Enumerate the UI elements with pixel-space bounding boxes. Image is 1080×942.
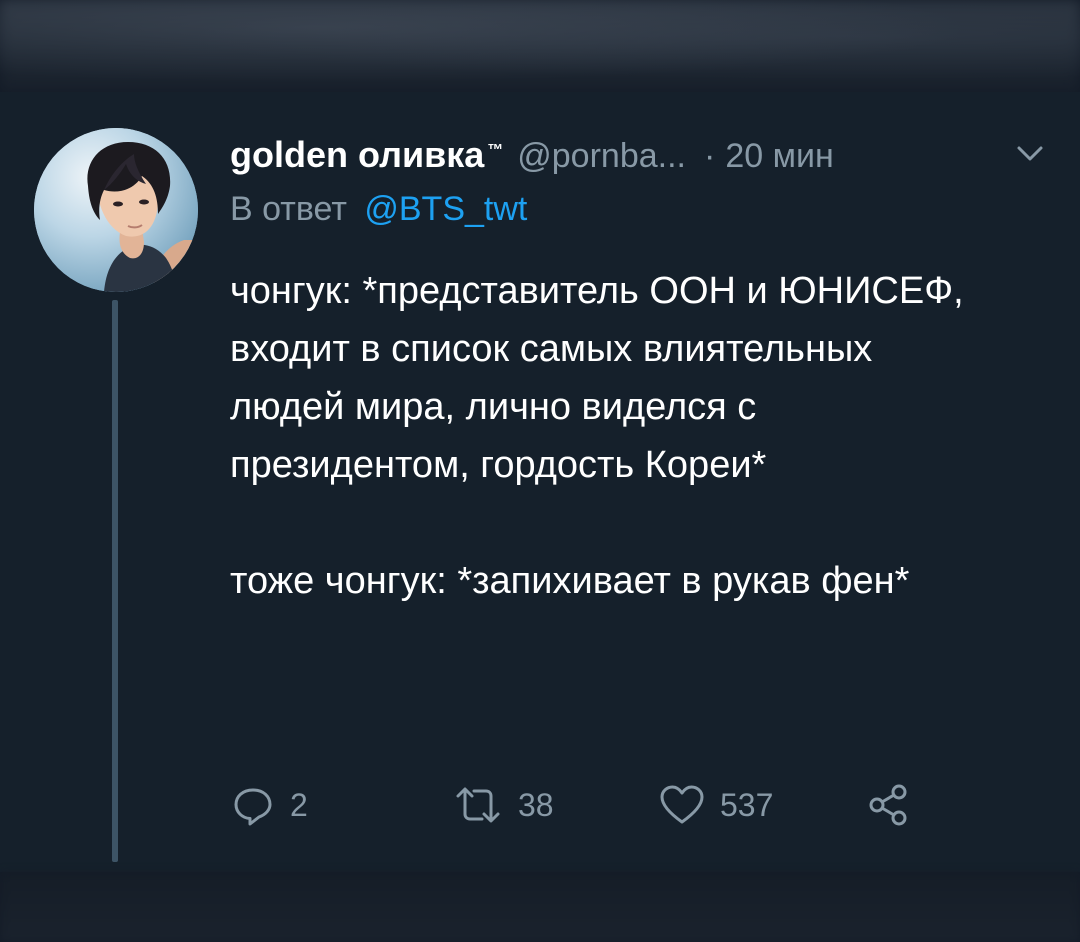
reply-context: В ответ @BTS_twt — [230, 190, 527, 229]
tweet-header: golden оливка ™ @pornba... · 20 мин — [230, 134, 834, 178]
avatar[interactable] — [34, 128, 198, 292]
like-button[interactable]: 537 — [658, 780, 773, 830]
blurred-bottom-area — [0, 872, 1080, 942]
reply-button[interactable]: 2 — [230, 780, 308, 830]
tweet-actions: 2 38 537 — [230, 780, 950, 830]
share-button[interactable] — [866, 780, 912, 830]
chevron-down-icon[interactable] — [1016, 144, 1044, 164]
blurred-top-shade — [0, 0, 1080, 92]
timestamp[interactable]: 20 мин — [725, 137, 833, 176]
retweet-icon — [452, 782, 504, 828]
display-name[interactable]: golden оливка — [230, 134, 484, 176]
retweet-button[interactable]: 38 — [452, 780, 554, 830]
like-count: 537 — [720, 786, 774, 823]
tweet-text: чонгук: *представитель ООН и ЮНИСЕФ, вхо… — [230, 262, 990, 610]
reply-count: 2 — [290, 786, 308, 823]
heart-icon — [658, 782, 706, 828]
reply-handle-link[interactable]: @BTS_twt — [364, 190, 527, 228]
thread-line — [112, 300, 118, 862]
trademark-symbol: ™ — [487, 142, 504, 159]
avatar-photo — [34, 128, 198, 292]
reply-prefix: В ответ — [230, 190, 347, 228]
user-handle[interactable]: @pornba... — [517, 137, 686, 176]
tweet-paragraph-1: чонгук: *представитель ООН и ЮНИСЕФ, вхо… — [230, 270, 964, 486]
tweet-paragraph-2: тоже чонгук: *запихивает в рукав фен* — [230, 560, 910, 602]
reply-icon — [230, 782, 276, 828]
share-icon — [866, 782, 912, 828]
separator-dot: · — [703, 137, 716, 175]
retweet-count: 38 — [518, 786, 554, 823]
